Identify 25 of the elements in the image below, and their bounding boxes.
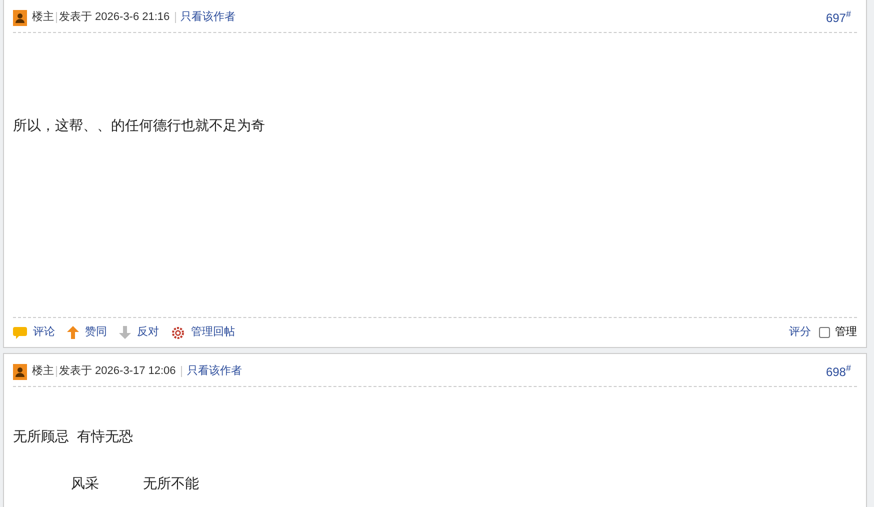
floor-number[interactable]: 698$^{#}$	[826, 362, 851, 380]
arrow-up-icon	[67, 326, 79, 339]
user-avatar-icon	[13, 364, 27, 380]
manage-checkbox[interactable]	[819, 327, 830, 338]
speech-bubble-icon	[13, 326, 27, 338]
post-action-link[interactable]: 管理回帖	[171, 324, 235, 341]
manage-label: 管理	[835, 325, 857, 340]
post-action-link[interactable]: 反对	[119, 324, 159, 341]
author-only-link[interactable]: 只看该作者	[180, 9, 236, 26]
author-label: 楼主	[32, 10, 54, 26]
rate-link[interactable]: 评分	[789, 324, 811, 341]
gear-icon	[171, 326, 185, 340]
post-text: 无所顾忌 有恃无恐	[13, 427, 134, 446]
user-avatar-icon	[13, 10, 27, 26]
post-action-link[interactable]: 评论	[13, 324, 55, 341]
post-text: 风采	[71, 474, 99, 493]
author-only-link[interactable]: 只看该作者	[186, 363, 242, 380]
arrow-down-icon	[119, 326, 131, 339]
post-text: 无所不能	[143, 474, 199, 493]
floor-number[interactable]: 697$^{#}$	[826, 8, 851, 26]
post-text: 所以，这帮、、的任何德行也就不足为奇	[13, 116, 266, 135]
author-label: 楼主	[32, 364, 54, 380]
post-action-link[interactable]: 赞同	[67, 324, 107, 341]
post-time: 发表于 2026-3-6 21:16	[59, 10, 170, 26]
post-time: 发表于 2026-3-17 12:06	[59, 364, 176, 380]
